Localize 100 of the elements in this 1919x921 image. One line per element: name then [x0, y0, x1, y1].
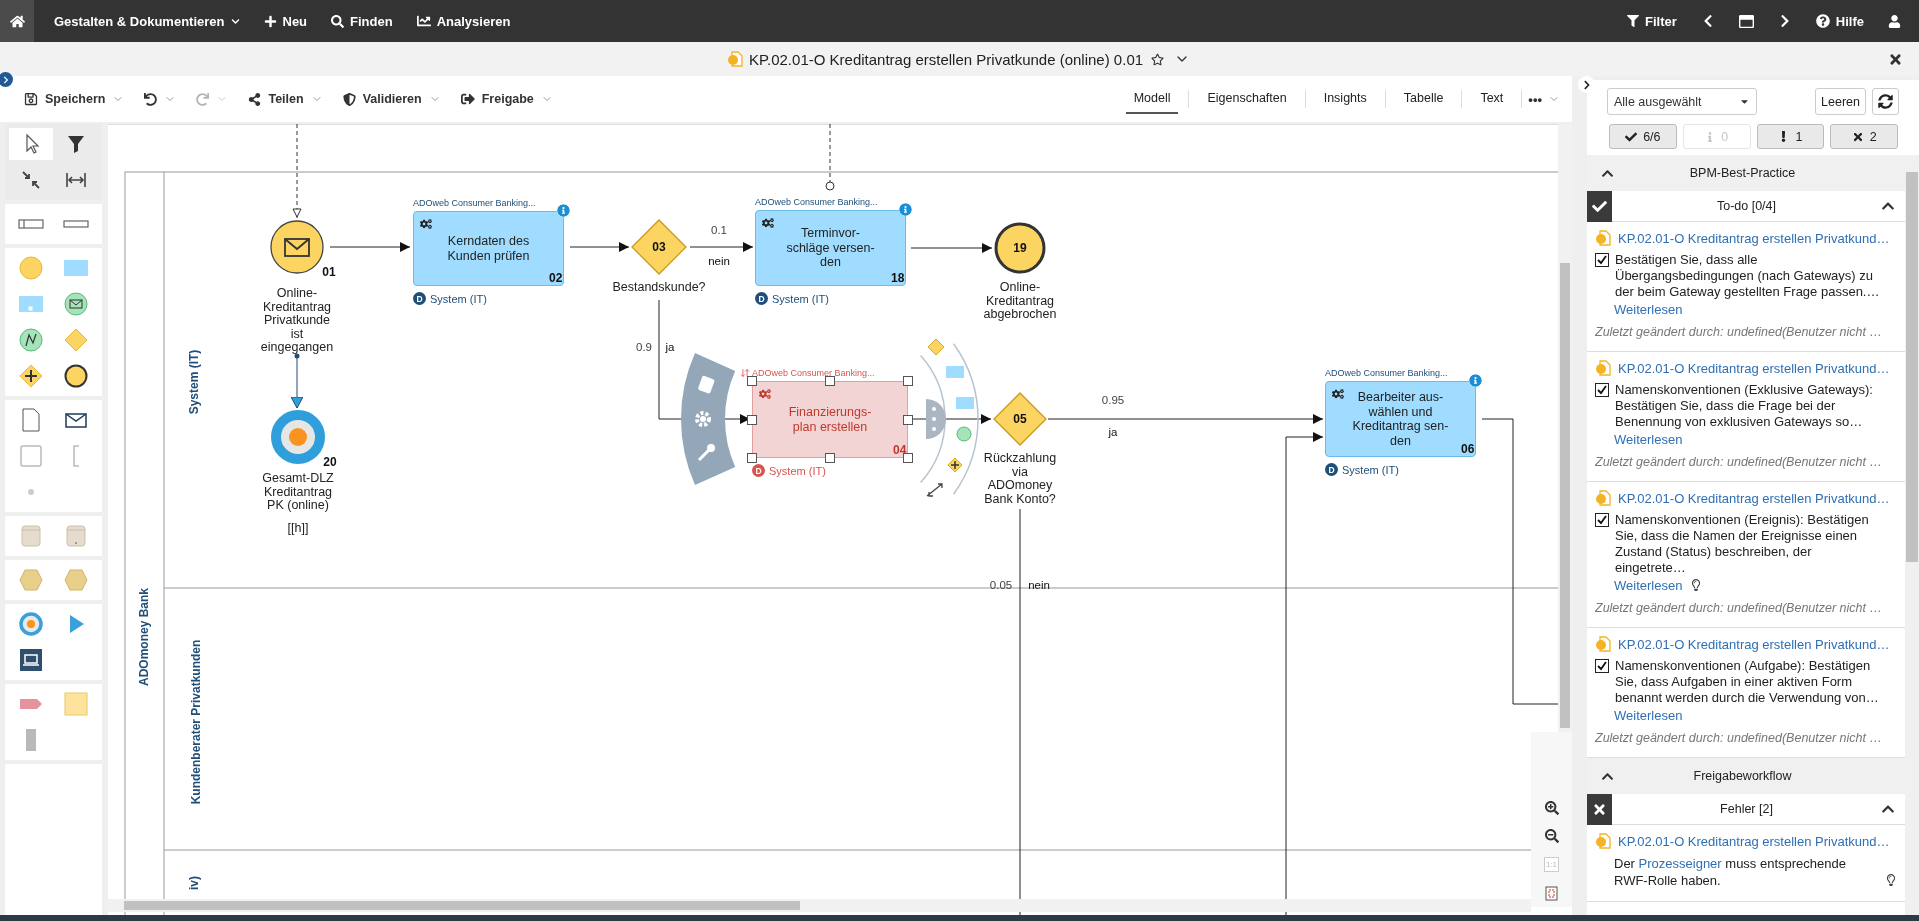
severity-filter[interactable]: 6/6 — [1609, 124, 1677, 149]
nav-menu[interactable]: Gestalten & Dokumentieren — [42, 0, 252, 42]
info-icon[interactable] — [557, 204, 570, 217]
save-button[interactable]: Speichern — [14, 83, 135, 115]
event-label: Gesamt-DLZ Kreditantrag PK (online) — [261, 472, 335, 513]
view-tab[interactable]: Modell — [1125, 84, 1179, 114]
home-button[interactable] — [0, 0, 34, 42]
model-link[interactable]: KP.02.01-O Kreditantrag erstellen Privatkund… — [1618, 490, 1890, 506]
selection-handle[interactable] — [825, 376, 835, 386]
horizontal-scrollbar[interactable] — [108, 899, 1531, 912]
refresh-icon — [1878, 94, 1893, 109]
parallel-gateway-icon[interactable] — [18, 363, 45, 389]
group-header[interactable]: To-do [0/4] — [1587, 191, 1905, 222]
read-more-link[interactable]: Weiterlesen — [1614, 707, 1683, 723]
performer-badge: D — [1325, 463, 1338, 476]
task-shape[interactable]: Terminvor-schläge versen-den 18 — [755, 210, 906, 286]
message-text: Der Prozesseigner muss entsprechende RWF-Rolle haben. — [1614, 855, 1847, 889]
model-icon — [1595, 490, 1611, 506]
task-number: 04 — [892, 443, 907, 457]
performer-name: System (IT) — [430, 292, 487, 305]
filter-button[interactable]: Filter — [1615, 0, 1689, 42]
model-icon — [726, 51, 743, 67]
sequence-flow — [689, 242, 754, 252]
vertical-scrollbar[interactable] — [1558, 124, 1572, 732]
view-tab[interactable]: Eigenschaften — [1199, 84, 1295, 114]
event-number: 01 — [322, 265, 336, 279]
shield-icon — [342, 92, 356, 106]
undo-icon — [144, 92, 158, 106]
lightbulb-icon[interactable] — [1690, 579, 1703, 591]
checkbox[interactable] — [1595, 659, 1609, 673]
pool-label: ADOmoney Bank — [137, 588, 151, 686]
gateway-shape[interactable] — [631, 219, 687, 275]
changed-by-text: Zuletzt geändert durch: undefined(Benutzer nicht … — [1595, 731, 1883, 745]
scope-select[interactable]: Alle ausgewählt — [1607, 88, 1757, 115]
close-icon — [1592, 801, 1607, 817]
window-icon — [1738, 13, 1754, 29]
more-button[interactable]: ••• — [1522, 91, 1566, 107]
clear-button[interactable]: Leeren — [1815, 88, 1866, 115]
kpi-event[interactable] — [271, 410, 325, 464]
selection-handle[interactable] — [747, 376, 757, 386]
model-link[interactable]: KP.02.01-O Kreditantrag erstellen Privatkund… — [1618, 833, 1890, 849]
checkbox[interactable] — [1595, 253, 1609, 267]
sign-out-icon — [460, 92, 475, 106]
owner-link[interactable]: Prozesseigner — [1638, 856, 1722, 871]
help-button[interactable]: Hilfe — [1803, 0, 1876, 42]
message-start-event[interactable] — [270, 220, 324, 274]
start-event-icon[interactable] — [18, 255, 45, 281]
severity-filter[interactable]: 1 — [1756, 124, 1825, 149]
performer-name: System (IT) — [772, 292, 829, 305]
save-icon — [24, 92, 38, 106]
message-event-icon[interactable] — [62, 291, 89, 317]
nav-item[interactable]: Neu — [251, 0, 320, 42]
fit-page-icon[interactable] — [1545, 886, 1558, 901]
selection-handle[interactable] — [903, 376, 913, 386]
info-icon[interactable] — [899, 203, 912, 216]
kpi-icon[interactable] — [18, 611, 45, 637]
zoom-out-icon[interactable] — [1544, 829, 1559, 843]
task-shape[interactable]: Bearbeiter aus-wählen und Kreditantrag sen-den 06 — [1325, 381, 1476, 457]
validate-button[interactable]: Validieren — [332, 83, 451, 115]
end-event[interactable] — [994, 222, 1046, 274]
model-link[interactable]: KP.02.01-O Kreditantrag erstellen Privatkund… — [1618, 360, 1890, 376]
read-more-link[interactable]: Weiterlesen — [1614, 577, 1683, 593]
zoom-in-icon[interactable] — [1544, 801, 1559, 815]
lightbulb-icon[interactable] — [1885, 874, 1897, 886]
selection-handle[interactable] — [903, 414, 913, 425]
signal-event-icon[interactable] — [18, 327, 45, 353]
severity-filter[interactable]: 2 — [1830, 124, 1898, 149]
expand-toggle[interactable] — [0, 72, 13, 87]
release-button[interactable]: Freigabe — [450, 83, 563, 115]
gateway-shape[interactable] — [993, 392, 1047, 446]
system-icon[interactable] — [18, 647, 45, 673]
performer-name: System (IT) — [1342, 463, 1399, 476]
selection-handle[interactable] — [903, 453, 913, 463]
changed-by-text: Zuletzt geändert durch: undefined(Benutzer nicht … — [1595, 601, 1883, 615]
info-icon[interactable] — [1469, 374, 1482, 387]
nav-item[interactable]: Finden — [319, 0, 405, 42]
selection-handle[interactable] — [825, 453, 835, 463]
checkbox[interactable] — [1595, 513, 1609, 527]
end-event-icon[interactable] — [62, 363, 89, 389]
gateway-label: Bestandskunde? — [611, 281, 707, 295]
group-header[interactable]: Fehler [2] — [1587, 794, 1905, 825]
task-shape[interactable]: Finanzierungs-plan erstellen 04 — [752, 381, 908, 458]
probability-label: 0.95 — [1101, 394, 1125, 406]
task-shape[interactable]: Kerndaten des Kunden prüfen 02 — [413, 211, 564, 286]
nav-item[interactable]: Analysieren — [404, 0, 523, 42]
task-label: Finanzierungs-plan erstellen — [787, 405, 873, 434]
selection-handle[interactable] — [747, 414, 757, 425]
search-icon — [331, 14, 345, 28]
view-tab[interactable]: Text — [1472, 84, 1512, 114]
view-tab[interactable]: Insights — [1315, 84, 1375, 114]
checkbox[interactable] — [1595, 383, 1609, 397]
model-link[interactable]: KP.02.01-O Kreditantrag erstellen Privatkund… — [1618, 636, 1890, 652]
chevron-right-icon — [1, 75, 10, 84]
selection-handle[interactable] — [747, 453, 757, 463]
share-button[interactable]: Teilen — [238, 83, 333, 115]
read-more-link[interactable]: Weiterlesen — [1614, 431, 1683, 447]
model-link[interactable]: KP.02.01-O Kreditantrag erstellen Privatkund… — [1618, 230, 1890, 246]
read-more-link[interactable]: Weiterlesen — [1614, 301, 1683, 317]
refresh-button[interactable] — [1872, 88, 1899, 115]
view-tab[interactable]: Tabelle — [1395, 84, 1452, 114]
